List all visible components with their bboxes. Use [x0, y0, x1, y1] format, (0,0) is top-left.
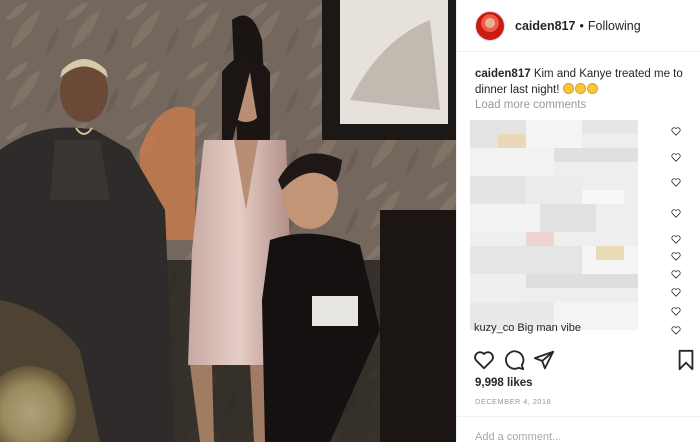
- add-comment-input[interactable]: [475, 431, 675, 442]
- smiling-emoji-icon: [562, 83, 574, 94]
- add-comment-bar: [457, 416, 700, 442]
- caption-username[interactable]: caiden817: [475, 68, 531, 80]
- comment-heart-icon[interactable]: [671, 326, 681, 335]
- comment-heart-icon[interactable]: [671, 153, 681, 162]
- comment-icon[interactable]: [503, 349, 525, 371]
- comment-heart-icon[interactable]: [671, 288, 681, 297]
- comment-heart-icon[interactable]: [671, 235, 681, 244]
- smiling-emoji-icon: [586, 83, 598, 94]
- smiling-emoji-icon: [574, 83, 586, 94]
- bookmark-icon[interactable]: [675, 349, 697, 371]
- header-username[interactable]: caiden817: [515, 19, 575, 33]
- header-separator: •: [579, 18, 584, 33]
- user-avatar[interactable]: [475, 10, 505, 41]
- pixelated-comments: [470, 120, 638, 330]
- post-header: caiden817 • Following: [457, 0, 700, 52]
- share-icon[interactable]: [533, 349, 555, 371]
- photo-image: [0, 0, 456, 442]
- post-photo[interactable]: [0, 0, 456, 442]
- comment-heart-icon[interactable]: [671, 209, 681, 218]
- comment-heart-icon[interactable]: [671, 178, 681, 187]
- load-more-comments-link[interactable]: Load more comments: [475, 99, 586, 111]
- comment-heart-icon[interactable]: [671, 270, 681, 279]
- comment-heart-icon[interactable]: [671, 307, 681, 316]
- following-button[interactable]: Following: [588, 19, 641, 33]
- comment-heart-icon[interactable]: [671, 252, 681, 261]
- comment-heart-icon[interactable]: [671, 127, 681, 136]
- action-bar: [457, 345, 700, 375]
- post-date: DECEMBER 4, 2018: [475, 397, 552, 406]
- heart-icon[interactable]: [473, 349, 495, 371]
- likes-count[interactable]: 9,998 likes: [475, 377, 533, 389]
- post-caption: caiden817 Kim and Kanye treated me to di…: [475, 66, 685, 98]
- partial-comment: kuzy_co Big man vibe: [474, 322, 581, 334]
